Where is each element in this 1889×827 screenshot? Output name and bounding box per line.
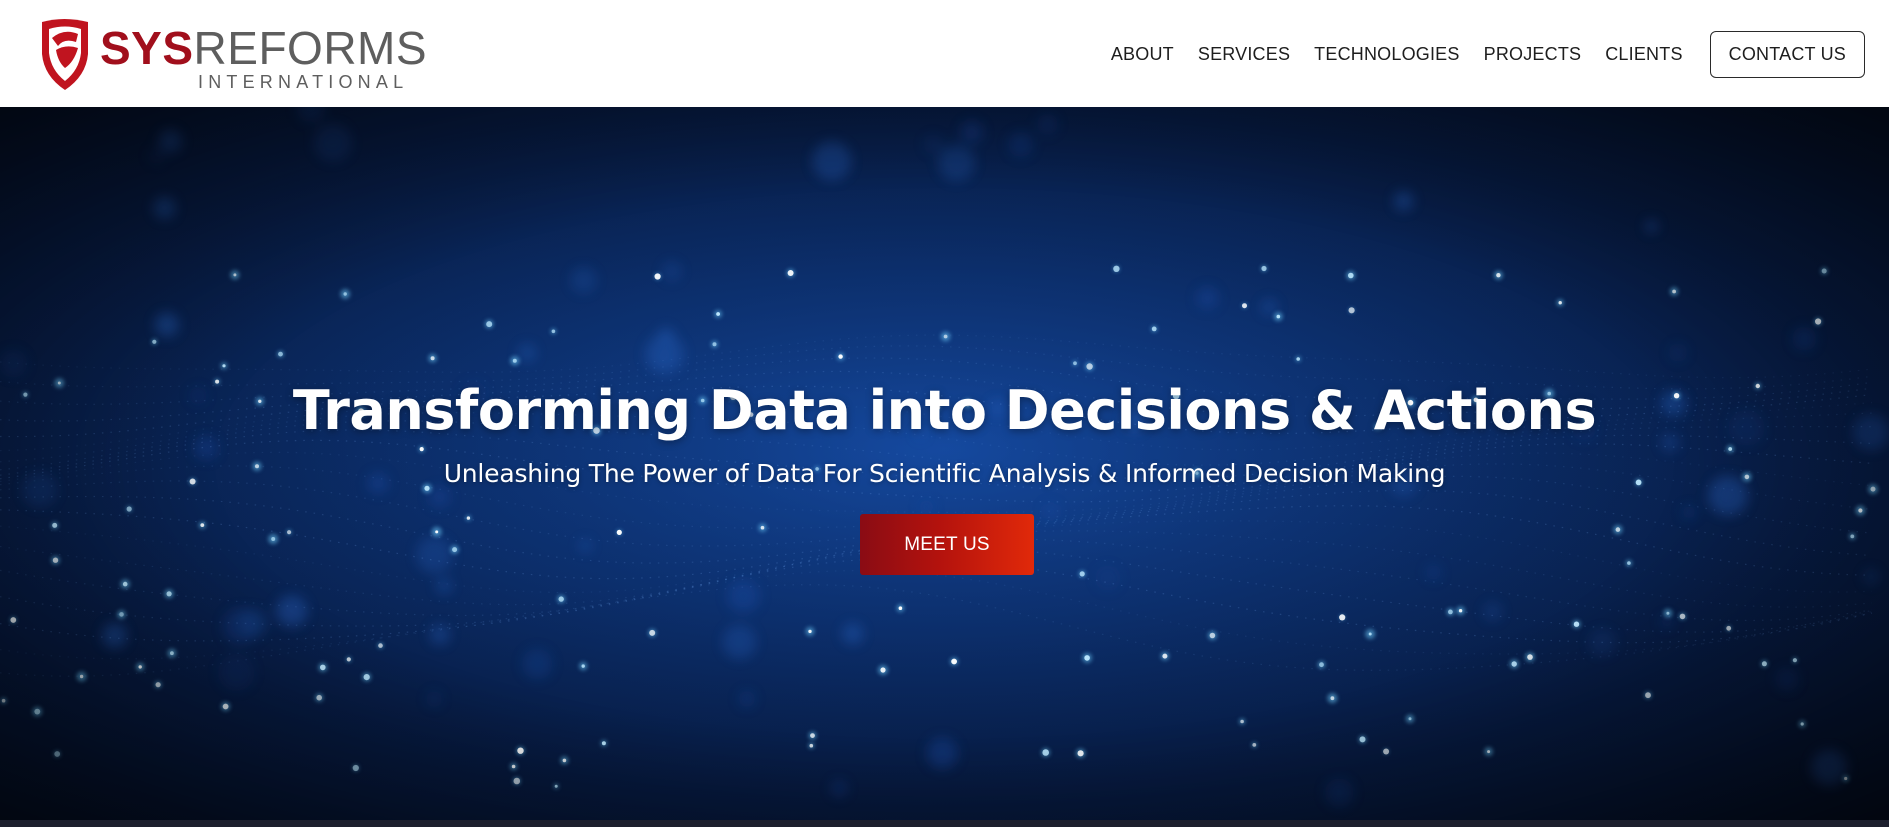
hero-subtitle: Unleashing The Power of Data For Scienti… xyxy=(443,459,1446,488)
main-nav: ABOUT SERVICES TECHNOLOGIES PROJECTS CLI… xyxy=(1111,30,1865,78)
brand-name-reforms: REFORMS xyxy=(194,22,428,74)
brand-name-sys: SYS xyxy=(100,22,194,74)
brand-tagline: INTERNATIONAL xyxy=(198,72,408,92)
contact-us-button[interactable]: CONTACT US xyxy=(1709,30,1865,78)
brand-name: SYSREFORMS xyxy=(100,22,427,74)
shield-logo-icon xyxy=(42,19,88,90)
next-section-edge xyxy=(0,820,1889,827)
hero-content: Transforming Data into Decisions & Actio… xyxy=(0,107,1889,820)
meet-us-button[interactable]: MEET US xyxy=(860,514,1034,575)
nav-item-services[interactable]: SERVICES xyxy=(1198,44,1290,65)
brand-logo[interactable]: SYSREFORMS INTERNATIONAL xyxy=(38,16,428,92)
site-header: SYSREFORMS INTERNATIONAL ABOUT SERVICES … xyxy=(0,0,1889,107)
nav-item-projects[interactable]: PROJECTS xyxy=(1484,44,1582,65)
nav-item-clients[interactable]: CLIENTS xyxy=(1605,44,1682,65)
nav-item-about[interactable]: ABOUT xyxy=(1111,44,1174,65)
hero-title: Transforming Data into Decisions & Actio… xyxy=(292,379,1597,442)
nav-item-technologies[interactable]: TECHNOLOGIES xyxy=(1314,44,1459,65)
hero-section: Transforming Data into Decisions & Actio… xyxy=(0,107,1889,820)
